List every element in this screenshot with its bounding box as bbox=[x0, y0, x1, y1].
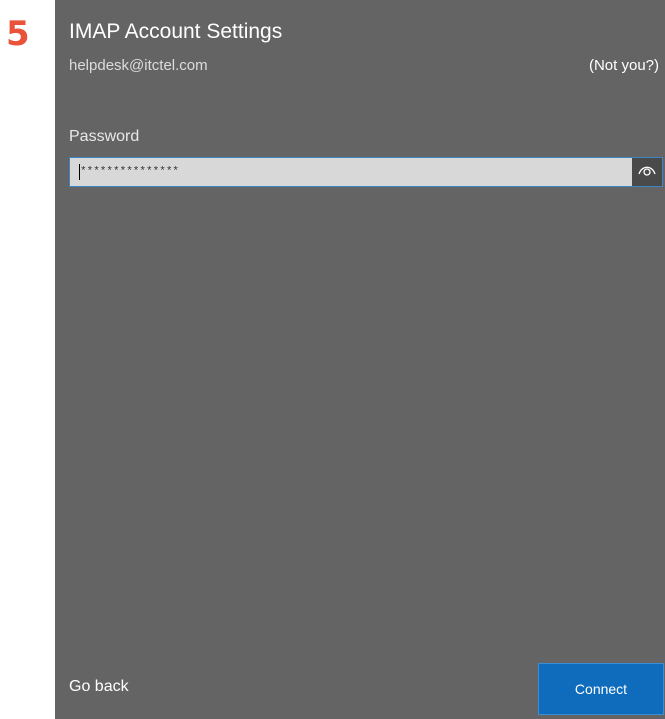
connect-button[interactable]: Connect bbox=[538, 663, 664, 715]
imap-settings-dialog: IMAP Account Settings helpdesk@itctel.co… bbox=[55, 0, 665, 719]
text-caret bbox=[79, 164, 80, 180]
not-you-link[interactable]: (Not you?) bbox=[589, 56, 659, 76]
password-field bbox=[69, 157, 663, 187]
reveal-password-button[interactable] bbox=[632, 158, 662, 186]
dialog-title: IMAP Account Settings bbox=[69, 20, 283, 43]
eye-icon bbox=[637, 163, 657, 182]
password-input[interactable] bbox=[70, 158, 632, 186]
account-email: helpdesk@itctel.com bbox=[69, 57, 208, 74]
step-number: 5 bbox=[6, 14, 30, 54]
go-back-link[interactable]: Go back bbox=[69, 676, 129, 698]
password-label: Password bbox=[69, 128, 140, 145]
